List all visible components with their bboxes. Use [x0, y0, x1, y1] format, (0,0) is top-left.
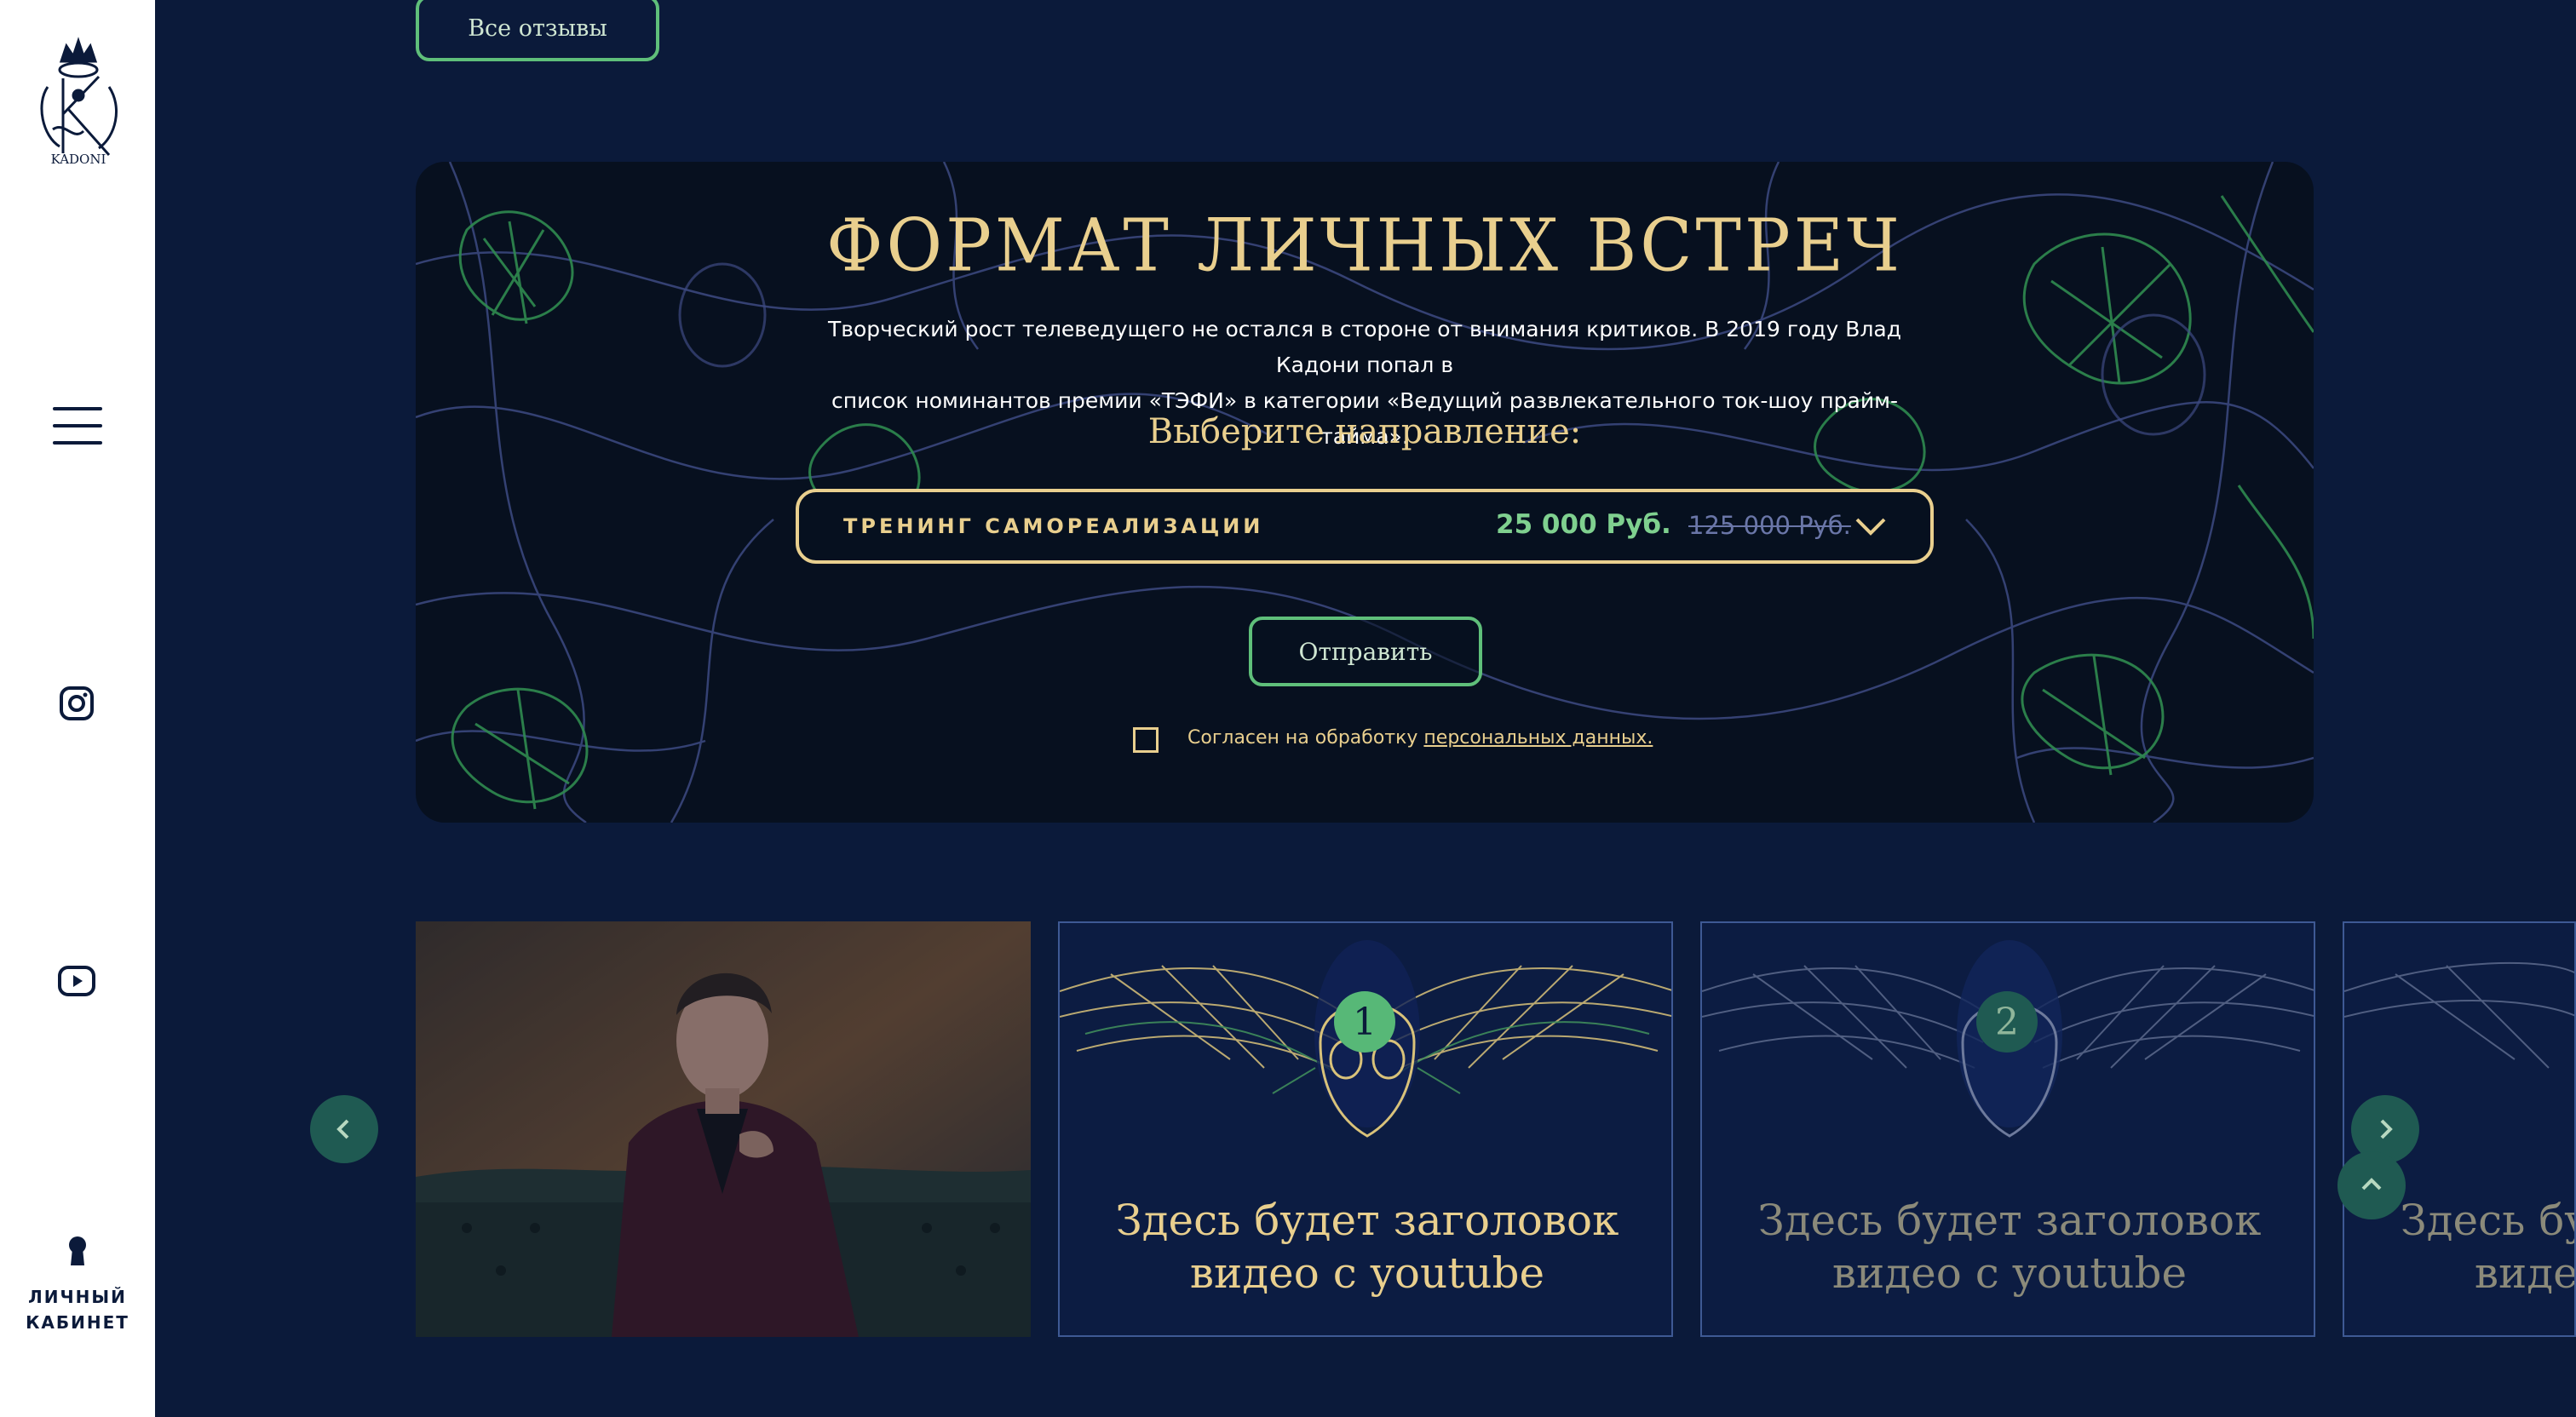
logo-crest[interactable]: KADONI	[31, 36, 126, 172]
current-price: 25 000 Руб.	[1496, 509, 1671, 540]
old-price: 125 000 Руб.	[1688, 511, 1851, 540]
svg-text:KADONI: KADONI	[51, 152, 106, 167]
chevron-right-icon	[2380, 1119, 2393, 1139]
menu-line	[53, 424, 102, 427]
selected-option: ТРЕНИНГ САМОРЕАЛИЗАЦИИ	[843, 514, 1264, 538]
chevron-up-icon	[2361, 1178, 2382, 1190]
video-title-line: Здесь будет заголовок	[1115, 1196, 1619, 1245]
video-number-badge: 2	[1976, 991, 2038, 1053]
video-title-line: видео с youtube	[1831, 1248, 2188, 1298]
all-reviews-button[interactable]: Все отзывы	[416, 0, 659, 61]
instagram-icon[interactable]	[56, 683, 97, 724]
video-title: Здесь будет заголовок видео с youtube	[1702, 1194, 2314, 1299]
personal-data-link[interactable]: персональных данных.	[1423, 727, 1653, 749]
video-title: Здесь будет заголовок видео с youtube	[1060, 1194, 1671, 1299]
page-title: ФОРМАТ ЛИЧНЫХ ВСТРЕЧ	[826, 204, 1903, 288]
menu-line	[53, 407, 102, 410]
consent-label: Согласен на обработку персональных данны…	[1187, 727, 1653, 749]
cabinet-label-line1: ЛИЧНЫЙ	[28, 1287, 127, 1307]
carousel-prev-button[interactable]	[310, 1095, 378, 1163]
host-photo-illustration	[416, 921, 1031, 1337]
video-title-line: видео с youtube	[1189, 1248, 1545, 1298]
direction-select[interactable]: ТРЕНИНГ САМОРЕАЛИЗАЦИИ 25 000 Руб. 125 0…	[796, 489, 1934, 564]
submit-button[interactable]: Отправить	[1249, 617, 1482, 686]
host-photo	[416, 921, 1031, 1337]
video-title-line: видео с youtube	[2474, 1248, 2576, 1298]
chevron-left-icon	[336, 1119, 349, 1139]
youtube-icon[interactable]	[56, 961, 97, 1001]
consent-checkbox[interactable]	[1133, 727, 1159, 753]
choose-direction-label: Выберите направление:	[1147, 412, 1582, 451]
menu-icon[interactable]	[53, 407, 102, 445]
cabinet-label-line2: КАБИНЕТ	[26, 1312, 129, 1333]
sidebar: KADONI ЛИЧНЫЙ КАБИНЕТ	[0, 0, 155, 1417]
keyhole-icon	[69, 1236, 86, 1265]
scroll-to-top-button[interactable]	[2337, 1151, 2406, 1219]
consent-text: Согласен на обработку	[1187, 727, 1424, 749]
video-card[interactable]: 1 Здесь будет заголовок видео с youtube	[1058, 921, 1673, 1337]
video-card[interactable]: 2 Здесь будет заголовок видео с youtube	[1700, 921, 2315, 1337]
chevron-down-icon[interactable]	[1854, 513, 1888, 540]
format-panel: ФОРМАТ ЛИЧНЫХ ВСТРЕЧ Творческий рост тел…	[416, 162, 2314, 823]
personal-cabinet-link[interactable]: ЛИЧНЫЙ КАБИНЕТ	[17, 1235, 138, 1335]
video-title-line: Здесь будет заголовок	[1757, 1196, 2262, 1245]
menu-line	[53, 441, 102, 445]
description-line: Творческий рост телеведущего не остался …	[827, 317, 1902, 377]
video-number-badge: 1	[1334, 991, 1395, 1053]
